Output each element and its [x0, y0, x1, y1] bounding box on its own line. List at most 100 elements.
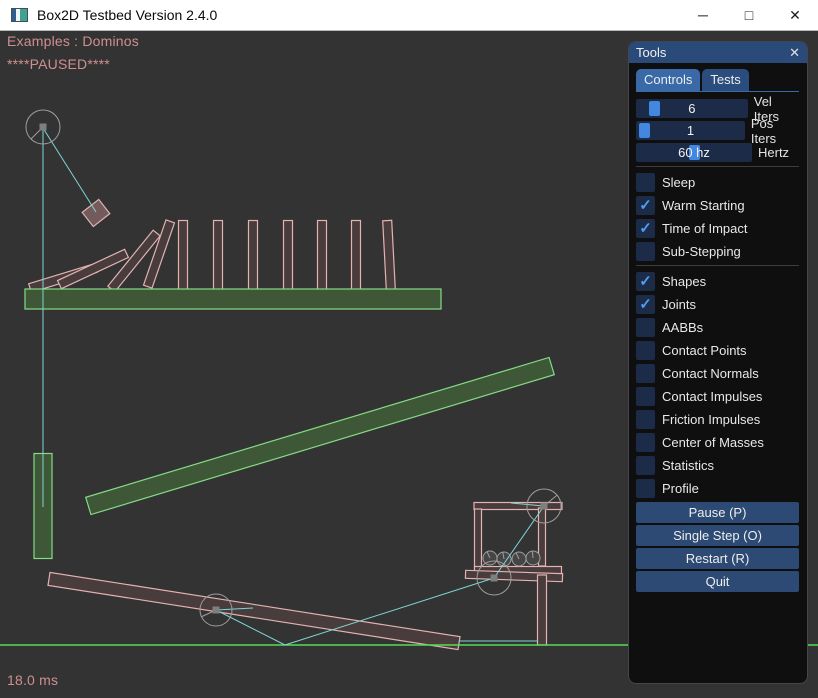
friction-impulses-label: Friction Impulses: [662, 412, 760, 427]
domino-upright-6: [352, 221, 361, 290]
frame-time-label: 18.0 ms: [7, 672, 58, 688]
pos-iters-slider[interactable]: 1: [636, 121, 745, 140]
frame-left-post: [475, 509, 482, 573]
quit-button[interactable]: Quit: [636, 571, 799, 592]
tools-panel: Tools ✕ ControlsTests 6Vel Iters1Pos Ite…: [628, 41, 808, 684]
sub-stepping-checkbox[interactable]: [636, 242, 655, 261]
contact-normals-label: Contact Normals: [662, 366, 759, 381]
example-label: Examples : Dominos: [7, 33, 139, 49]
tilted-plank: [48, 572, 460, 649]
check-icon: ✓: [639, 198, 652, 213]
statistics-row: Statistics: [636, 456, 799, 475]
center-of-masses-checkbox[interactable]: [636, 433, 655, 452]
domino-upright-4: [284, 221, 293, 290]
shapes-label: Shapes: [662, 274, 706, 289]
contact-impulses-checkbox[interactable]: [636, 387, 655, 406]
contact-points-label: Contact Points: [662, 343, 747, 358]
sleep-label: Sleep: [662, 175, 695, 190]
frame-right-post-lower: [538, 575, 547, 645]
platform: [25, 289, 441, 309]
joints-row: ✓Joints: [636, 295, 799, 314]
hertz-label: Hertz: [758, 145, 789, 160]
joint-wheel-frame-low-anchor: [491, 575, 498, 582]
joint-wheel-frame-top-anchor: [541, 503, 548, 510]
warm-starting-label: Warm Starting: [662, 198, 745, 213]
window-controls: ─ □ ✕: [680, 0, 818, 30]
warm-starting-checkbox[interactable]: ✓: [636, 196, 655, 215]
joint-wheel-pendulum-anchor: [40, 124, 47, 131]
shapes-row: ✓ Shapes: [636, 272, 799, 291]
pause-p-button[interactable]: Pause (P): [636, 502, 799, 523]
aabbs-row: AABBs: [636, 318, 799, 337]
statistics-checkbox[interactable]: [636, 456, 655, 475]
pos-iters-row: 1Pos Iters: [636, 121, 799, 140]
domino-upright-1: [179, 221, 188, 290]
separator: [636, 265, 799, 266]
restart-r-button[interactable]: Restart (R): [636, 548, 799, 569]
time-of-impact-row: ✓ Time of Impact: [636, 219, 799, 238]
maximize-button[interactable]: □: [726, 0, 772, 30]
tools-panel-body: ControlsTests 6Vel Iters1Pos Iters60 hzH…: [629, 63, 807, 683]
vel-iters-value: 6: [636, 99, 748, 118]
hertz-value: 60 hz: [636, 143, 752, 162]
window-titlebar: Box2D Testbed Version 2.4.0 ─ □ ✕: [0, 0, 818, 31]
close-button[interactable]: ✕: [772, 0, 818, 30]
domino-upright-5: [318, 221, 327, 290]
domino-upright-2: [214, 221, 223, 290]
friction-impulses-row: Friction Impulses: [636, 410, 799, 429]
time-of-impact-label: Time of Impact: [662, 221, 747, 236]
check-icon: ✓: [639, 274, 652, 289]
sleep-checkbox[interactable]: [636, 173, 655, 192]
hertz-row: 60 hz Hertz: [636, 143, 799, 162]
friction-impulses-checkbox[interactable]: [636, 410, 655, 429]
statistics-label: Statistics: [662, 458, 714, 473]
joint-wheel-plank-anchor: [213, 607, 220, 614]
shapes-checkbox[interactable]: ✓: [636, 272, 655, 291]
check-icon: ✓: [639, 221, 652, 236]
pos-iters-value: 1: [636, 121, 745, 140]
tools-panel-title: Tools: [636, 45, 666, 60]
profile-row: Profile: [636, 479, 799, 498]
domino-upright-7: [383, 220, 396, 289]
tools-panel-titlebar[interactable]: Tools ✕: [629, 42, 807, 63]
contact-points-checkbox[interactable]: [636, 341, 655, 360]
center-of-masses-row: Center of Masses: [636, 433, 799, 452]
tab-controls[interactable]: Controls: [636, 69, 700, 91]
button-group: Pause (P)Single Step (O)Restart (R)Quit: [636, 502, 799, 592]
profile-checkbox[interactable]: [636, 479, 655, 498]
separator: [636, 166, 799, 167]
contact-points-row: Contact Points: [636, 341, 799, 360]
slider-group: 6Vel Iters1Pos Iters60 hzHertz: [636, 99, 799, 162]
app-icon: [11, 8, 28, 22]
minimize-button[interactable]: ─: [680, 0, 726, 30]
tab-bar: ControlsTests: [636, 69, 799, 92]
contact-normals-row: Contact Normals: [636, 364, 799, 383]
domino-fallen-4: [144, 220, 175, 288]
panel-close-icon[interactable]: ✕: [789, 45, 800, 61]
ramp: [86, 357, 555, 514]
sub-stepping-row: Sub-Stepping: [636, 242, 799, 261]
paused-label: ****PAUSED****: [7, 56, 110, 72]
time-of-impact-checkbox[interactable]: ✓: [636, 219, 655, 238]
hertz-slider[interactable]: 60 hz: [636, 143, 752, 162]
contact-impulses-label: Contact Impulses: [662, 389, 762, 404]
sleep-row: Sleep: [636, 173, 799, 192]
warm-starting-row: ✓ Warm Starting: [636, 196, 799, 215]
tab-tests[interactable]: Tests: [702, 69, 748, 91]
ball-4-radius: [532, 551, 533, 558]
aabbs-checkbox[interactable]: [636, 318, 655, 337]
vel-iters-slider[interactable]: 6: [636, 99, 748, 118]
window-title: Box2D Testbed Version 2.4.0: [37, 7, 217, 23]
sub-stepping-label: Sub-Stepping: [662, 244, 741, 259]
profile-label: Profile: [662, 481, 699, 496]
joints-checkbox[interactable]: ✓: [636, 295, 655, 314]
domino-upright-3: [249, 221, 258, 290]
contact-impulses-row: Contact Impulses: [636, 387, 799, 406]
contact-normals-checkbox[interactable]: [636, 364, 655, 383]
single-step-o-button[interactable]: Single Step (O): [636, 525, 799, 546]
center-of-masses-label: Center of Masses: [662, 435, 764, 450]
pos-iters-label: Pos Iters: [751, 116, 799, 146]
checkbox-group: Sleep ✓ Warm Starting ✓ Time of Impact Sub-St…: [636, 173, 799, 498]
joint-line-2: [43, 128, 96, 212]
swinging-box: [82, 199, 110, 226]
